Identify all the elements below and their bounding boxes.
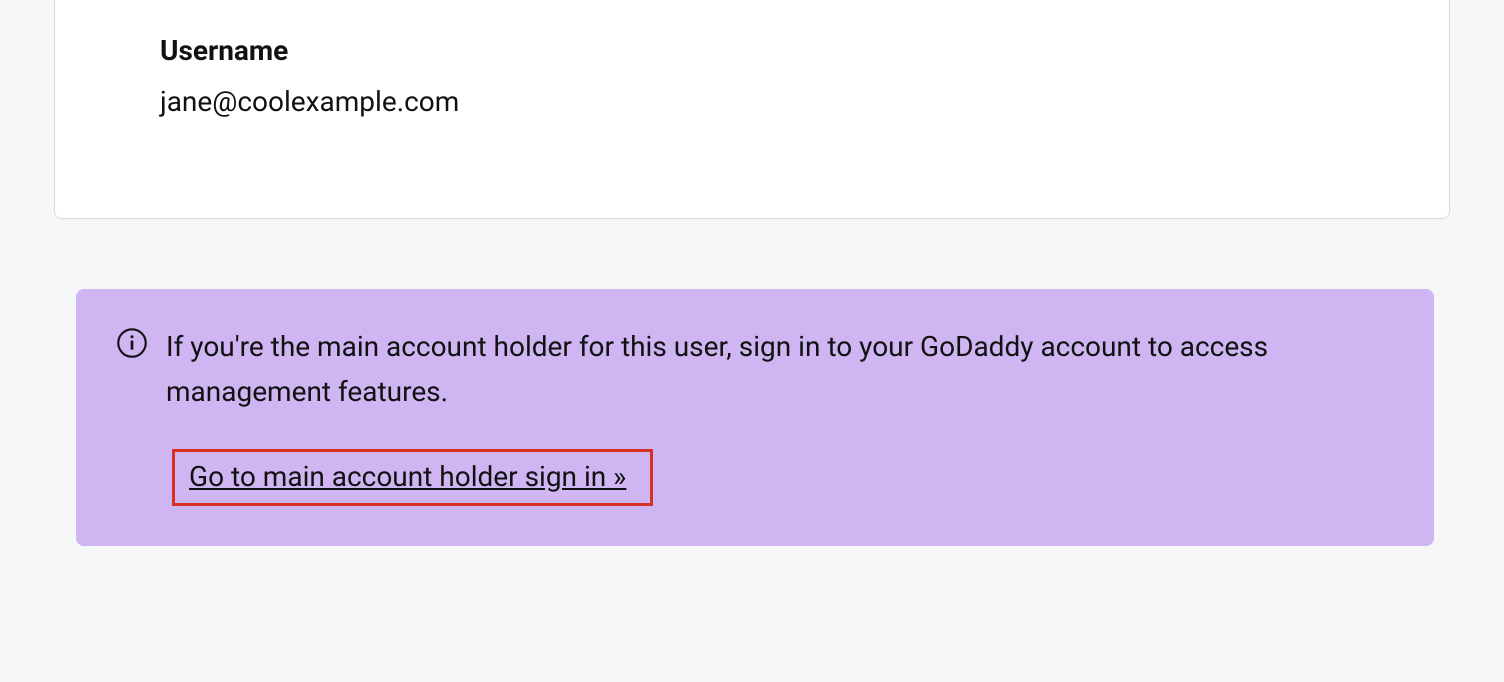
info-banner: If you're the main account holder for th… — [76, 289, 1434, 546]
highlighted-link-box: Go to main account holder sign in » — [172, 449, 653, 506]
username-label: Username — [160, 34, 1449, 67]
username-value: jane@coolexample.com — [160, 85, 1449, 118]
user-info-card: Username jane@coolexample.com — [54, 0, 1450, 219]
info-banner-top: If you're the main account holder for th… — [116, 325, 1394, 415]
info-banner-text: If you're the main account holder for th… — [166, 325, 1394, 415]
info-icon — [116, 327, 148, 359]
main-account-signin-link[interactable]: Go to main account holder sign in » — [189, 460, 626, 493]
